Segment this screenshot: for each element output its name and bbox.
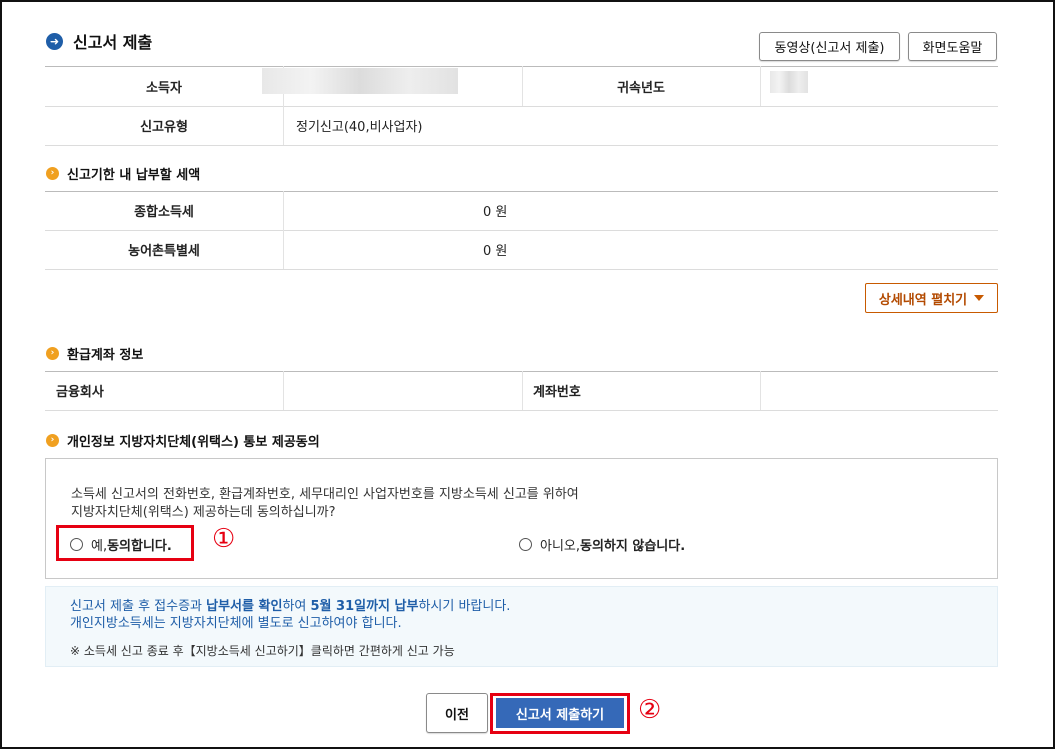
consent-no-label: 동의하지 않습니다. (580, 539, 686, 554)
consent-yes-label: 동의합니다. (107, 539, 172, 554)
consent-no-prefix: 아니오, (540, 539, 581, 554)
notice-line1-d: 5월 31일까지 납부 (310, 599, 419, 614)
income-earner-redacted (262, 68, 458, 94)
tax-section-title: › 신고기한 내 납부할 세액 (46, 164, 200, 183)
consent-question-line2: 지방자치단체(위택스) 제공하는데 동의하십니까? (71, 505, 336, 520)
income-tax-label: 종합소득세 (134, 205, 194, 220)
refund-section-title: › 환급계좌 정보 (46, 344, 143, 363)
notice-line1-e: 하시기 바랍니다. (418, 599, 511, 614)
bullet-icon: › (46, 167, 59, 180)
report-type-value: 정기신고(40,비사업자) (296, 120, 423, 135)
bullet-icon: › (46, 434, 59, 447)
submit-button[interactable]: 신고서 제출하기 (496, 698, 624, 728)
tax-table-bottom-border (45, 269, 998, 270)
consent-question: 소득세 신고서의 전화번호, 환급계좌번호, 세무대리인 사업자번호를 지방소득… (71, 486, 579, 522)
report-type-label: 신고유형 (140, 120, 188, 135)
step-marker-2: ② (638, 695, 662, 725)
account-label: 계좌번호 (533, 385, 581, 400)
tax-section-title-text: 신고기한 내 납부할 세액 (67, 168, 201, 183)
video-button[interactable]: 동영상(신고서 제출) (759, 32, 900, 61)
page-title-text: 신고서 제출 (73, 33, 153, 52)
help-button[interactable]: 화면도움말 (908, 32, 997, 61)
notice-line1-c: 하여 (282, 599, 311, 614)
notice-line1-b: 납부서를 확인 (206, 599, 283, 614)
refund-col-divider-1 (283, 371, 284, 410)
consent-section-title-text: 개인정보 지방자치단체(위택스) 통보 제공동의 (67, 435, 320, 450)
notice-line1: 신고서 제출 후 접수증과 납부서를 확인하여 5월 31일까지 납부하시기 바… (70, 598, 510, 615)
consent-yes-option[interactable]: 예, 동의합니다. (70, 535, 172, 554)
page-title: ➜ 신고서 제출 (46, 29, 152, 53)
refund-section-title-text: 환급계좌 정보 (67, 348, 144, 363)
info-col-divider-3 (760, 66, 761, 106)
notice-line2: 개인지방소득세는 지방자치단체에 별도로 신고하여야 합니다. (70, 616, 402, 631)
expand-details-label: 상세내역 펼치기 (878, 292, 968, 308)
prev-button[interactable]: 이전 (426, 693, 488, 733)
refund-col-divider-2 (522, 371, 523, 410)
consent-no-radio[interactable] (519, 538, 532, 551)
income-tax-value: 0 원 (483, 205, 508, 220)
consent-section-title: › 개인정보 지방자치단체(위택스) 통보 제공동의 (46, 431, 320, 450)
notice-line3: ※ 소득세 신고 종료 후【지방소득세 신고하기】클릭하면 간편하게 신고 가능 (70, 644, 455, 658)
tax-year-redacted (770, 71, 808, 93)
bullet-icon: › (46, 347, 59, 360)
bank-label: 금융회사 (56, 385, 104, 400)
tax-col-divider (283, 191, 284, 269)
consent-no-option[interactable]: 아니오, 동의하지 않습니다. (519, 535, 685, 554)
rural-tax-label: 농어촌특별세 (128, 244, 200, 259)
info-table-bottom-border (45, 145, 998, 146)
notice-line1-a: 신고서 제출 후 접수증과 (70, 599, 207, 614)
consent-question-line1: 소득세 신고서의 전화번호, 환급계좌번호, 세무대리인 사업자번호를 지방소득… (71, 487, 579, 502)
expand-details-button[interactable]: 상세내역 펼치기 (865, 283, 998, 313)
arrow-right-icon: ➜ (46, 32, 63, 50)
consent-yes-prefix: 예, (91, 539, 108, 554)
step-marker-1: ① (212, 524, 236, 554)
consent-yes-radio[interactable] (70, 538, 83, 551)
refund-col-divider-3 (760, 371, 761, 410)
rural-tax-value: 0 원 (483, 244, 508, 259)
caret-down-icon (974, 295, 985, 301)
tax-year-label: 귀속년도 (617, 80, 665, 96)
refund-table-bottom-border (45, 410, 998, 411)
income-earner-label: 소득자 (146, 80, 182, 96)
